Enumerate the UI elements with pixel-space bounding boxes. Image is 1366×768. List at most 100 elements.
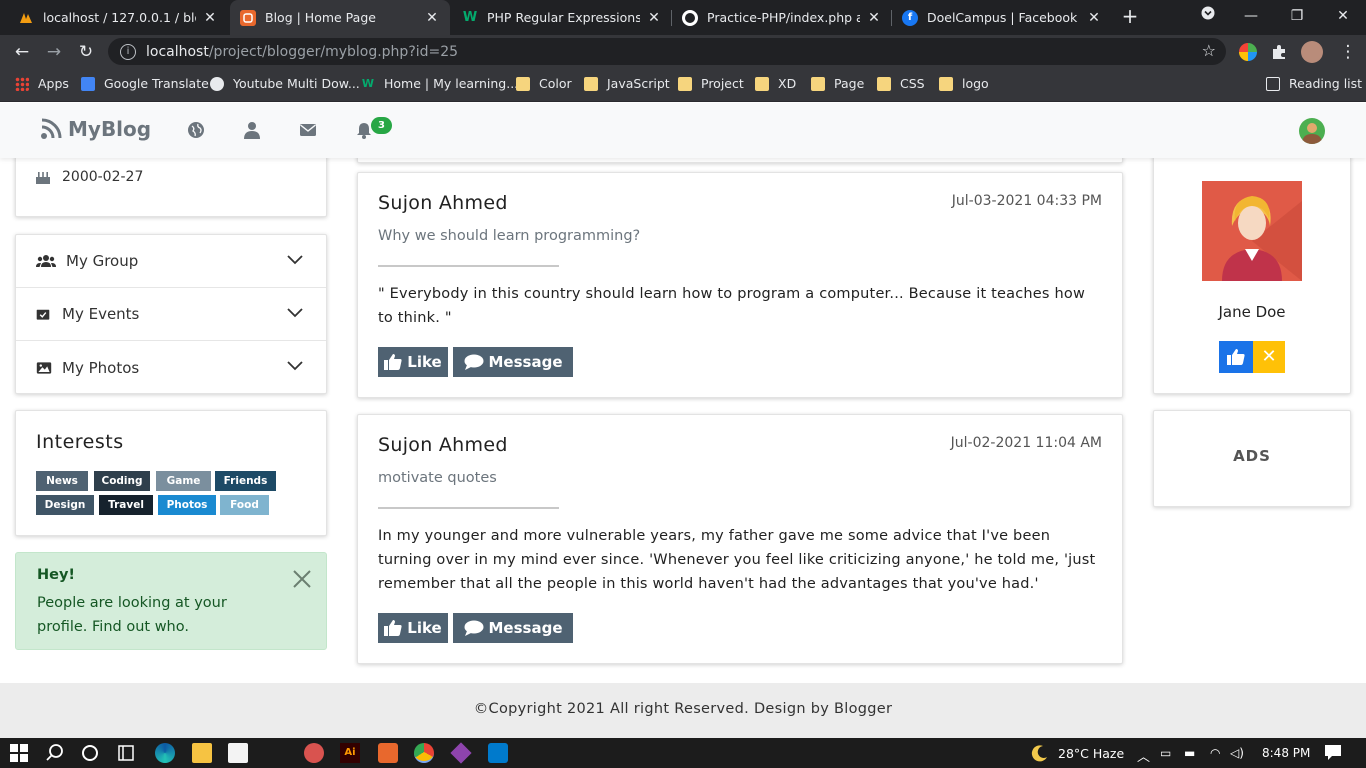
like-label: Like xyxy=(407,353,442,371)
reload-icon[interactable]: ↻ xyxy=(74,40,98,64)
accordion-my-group[interactable]: My Group xyxy=(16,235,326,288)
minimize-icon[interactable]: — xyxy=(1236,4,1266,28)
message-button[interactable]: Message xyxy=(453,347,573,377)
site-footer: ©Copyright 2021 All right Reserved. Desi… xyxy=(0,683,1366,738)
bookmark-home-learning[interactable]: W Home | My learning... xyxy=(361,76,518,91)
like-button[interactable]: Like xyxy=(378,613,448,643)
windows-start-icon[interactable] xyxy=(10,744,28,762)
bookmark-page[interactable]: Page xyxy=(811,76,864,91)
search-icon[interactable] xyxy=(45,743,65,763)
tab-github[interactable]: Practice-PHP/index.php at main ✕ xyxy=(672,0,892,35)
tab-php-regex[interactable]: W PHP Regular Expressions ✕ xyxy=(452,0,672,35)
tab-label: PHP Regular Expressions xyxy=(487,10,640,25)
bookmark-label: logo xyxy=(962,76,989,91)
bookmark-javascript[interactable]: JavaScript xyxy=(584,76,670,91)
bookmark-star-icon[interactable]: ☆ xyxy=(1202,41,1216,60)
user-icon[interactable] xyxy=(243,121,261,139)
close-tab-icon[interactable]: ✕ xyxy=(646,10,662,26)
bookmark-xd[interactable]: XD xyxy=(755,76,796,91)
interest-tag[interactable]: Photos xyxy=(158,495,216,515)
interest-tag[interactable]: Design xyxy=(36,495,94,515)
wifi-icon[interactable]: ◠ xyxy=(1210,746,1220,760)
interest-tag[interactable]: Travel xyxy=(99,495,153,515)
close-tab-icon[interactable]: ✕ xyxy=(202,10,218,26)
site-info-icon[interactable]: i xyxy=(120,43,136,60)
app-icon[interactable] xyxy=(304,743,324,763)
network-icon[interactable]: ▭ xyxy=(1160,746,1171,760)
bookmark-logo[interactable]: logo xyxy=(939,76,989,91)
tab-label: Blog | Home Page xyxy=(265,10,376,25)
tab-phpmyadmin[interactable]: localhost / 127.0.0.1 / blogger ✕ xyxy=(8,0,228,35)
globe-icon xyxy=(210,76,224,91)
vscode-icon[interactable] xyxy=(488,743,508,763)
tab-blog-home[interactable]: Blog | Home Page ✕ xyxy=(230,0,450,35)
bookmark-label: Google Translate xyxy=(104,76,209,91)
globe-icon[interactable] xyxy=(187,121,205,139)
git-icon[interactable] xyxy=(450,742,472,764)
post-author[interactable]: Sujon Ahmed xyxy=(378,192,508,214)
interest-tag[interactable]: Coding xyxy=(94,471,150,491)
chevron-down-icon[interactable] xyxy=(286,306,304,318)
bookmark-google-translate[interactable]: Google Translate xyxy=(81,76,209,91)
profile-avatar-icon[interactable] xyxy=(1301,41,1323,63)
user-avatar[interactable] xyxy=(1299,118,1325,144)
browser-toolbar: ← → ↻ i localhost/project/blogger/myblog… xyxy=(0,35,1366,68)
interest-tag[interactable]: Friends xyxy=(215,471,276,491)
notifications-icon[interactable] xyxy=(1324,743,1344,763)
footer-text: ©Copyright 2021 All right Reserved. Desi… xyxy=(473,701,893,717)
post-author[interactable]: Sujon Ahmed xyxy=(378,434,508,456)
tray-chevron-up-icon[interactable]: ︿ xyxy=(1137,746,1150,765)
forward-icon[interactable]: → xyxy=(42,40,66,64)
address-bar[interactable]: i localhost/project/blogger/myblog.php?i… xyxy=(108,38,1226,65)
extensions-puzzle-icon[interactable] xyxy=(1270,43,1288,61)
bookmark-css[interactable]: CSS xyxy=(877,76,925,91)
interest-tag[interactable]: News xyxy=(36,471,88,491)
battery-icon[interactable]: ▬ xyxy=(1184,746,1195,760)
birthday-row: 2000-02-27 xyxy=(35,169,143,185)
chrome-icon[interactable] xyxy=(414,743,434,763)
restore-icon[interactable]: ❐ xyxy=(1282,4,1312,28)
follow-like-button[interactable] xyxy=(1219,341,1253,373)
edge-icon[interactable] xyxy=(155,743,175,763)
reading-list-button[interactable]: Reading list xyxy=(1266,76,1362,91)
file-explorer-icon[interactable] xyxy=(192,743,212,763)
tab-search-icon[interactable] xyxy=(1193,4,1223,28)
close-tab-icon[interactable]: ✕ xyxy=(866,10,882,26)
illustrator-icon[interactable]: Ai xyxy=(340,743,360,763)
blogger-taskbar-icon[interactable] xyxy=(378,743,398,763)
bookmark-apps[interactable]: Apps xyxy=(15,76,69,91)
chevron-down-icon[interactable] xyxy=(286,359,304,371)
tab-facebook[interactable]: f DoelCampus | Facebook ✕ xyxy=(892,0,1112,35)
weather-text[interactable]: 28°C Haze xyxy=(1058,746,1124,761)
interest-tag[interactable]: Game xyxy=(156,471,211,491)
close-tab-icon[interactable]: ✕ xyxy=(424,10,440,26)
dismiss-button[interactable]: ✕ xyxy=(1253,341,1285,373)
volume-icon[interactable]: ◁) xyxy=(1230,746,1244,760)
profile-info-card: 2000-02-27 xyxy=(15,148,327,217)
bookmark-color[interactable]: Color xyxy=(516,76,572,91)
close-window-icon[interactable]: ✕ xyxy=(1328,4,1358,28)
extension-icon[interactable] xyxy=(1239,43,1257,61)
menu-kebab-icon[interactable]: ⋮ xyxy=(1336,40,1360,64)
close-icon[interactable] xyxy=(292,569,312,589)
accordion-my-events[interactable]: My Events xyxy=(16,288,326,341)
new-tab-button[interactable]: + xyxy=(1119,6,1141,28)
chevron-down-icon[interactable] xyxy=(286,253,304,265)
post-date: Jul-02-2021 11:04 AM xyxy=(950,435,1102,451)
comment-icon xyxy=(464,354,483,370)
close-tab-icon[interactable]: ✕ xyxy=(1086,10,1102,26)
like-button[interactable]: Like xyxy=(378,347,448,377)
notice-alert: Hey! People are looking at your profile.… xyxy=(15,552,327,650)
bookmark-youtube-multi[interactable]: Youtube Multi Dow... xyxy=(210,76,360,91)
interest-tag[interactable]: Food xyxy=(220,495,269,515)
message-button[interactable]: Message xyxy=(453,613,573,643)
clock-time[interactable]: 8:48 PM xyxy=(1262,746,1310,760)
store-icon[interactable] xyxy=(228,743,248,763)
brand-link[interactable]: MyBlog xyxy=(40,117,151,141)
task-view-icon[interactable] xyxy=(116,743,136,763)
accordion-my-photos[interactable]: My Photos xyxy=(16,341,326,394)
bookmark-project[interactable]: Project xyxy=(678,76,744,91)
cortana-icon[interactable] xyxy=(80,743,100,763)
back-icon[interactable]: ← xyxy=(10,40,34,64)
envelope-icon[interactable] xyxy=(299,121,317,139)
